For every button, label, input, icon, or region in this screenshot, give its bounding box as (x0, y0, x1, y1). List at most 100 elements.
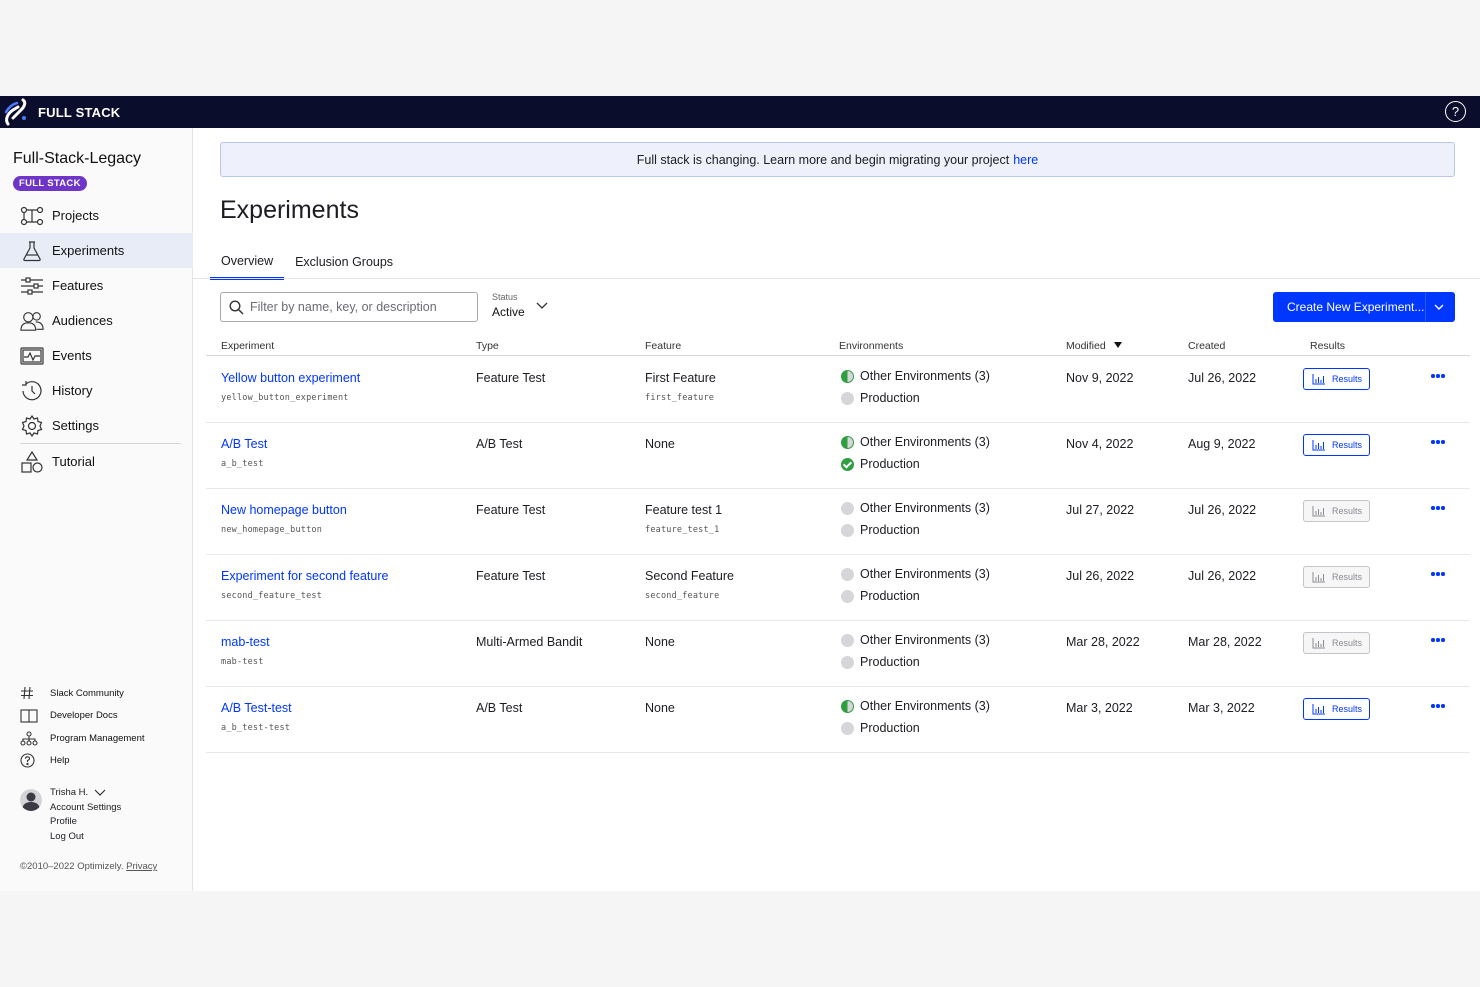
sidebar-item-label: Projects (52, 208, 99, 223)
more-options-icon[interactable] (1430, 699, 1446, 713)
results-label: Results (1332, 506, 1363, 516)
modified-cell: Jul 26, 2022 (1066, 569, 1135, 583)
sidebar-item-events[interactable]: Events (0, 338, 193, 373)
feature-cell: Feature test 1 feature_test_1 (645, 503, 722, 535)
experiment-name-link[interactable]: mab-test (221, 635, 270, 649)
column-header-feature[interactable]: Feature (645, 340, 681, 352)
column-header-experiment[interactable]: Experiment (221, 340, 274, 352)
experiment-name-link[interactable]: A/B Test (221, 437, 267, 451)
experiment-cell: Experiment for second feature second_feat… (221, 569, 388, 601)
environment-production[interactable]: Production (841, 387, 990, 409)
environment-other[interactable]: Other Environments (3) (841, 563, 990, 585)
experiment-name-link[interactable]: Experiment for second feature (221, 569, 388, 583)
feature-cell: None (645, 701, 675, 723)
help-icon[interactable]: ? (1445, 101, 1466, 122)
environments-cell: Other Environments (3) Production (841, 501, 990, 541)
environment-label: Other Environments (3) (860, 435, 990, 449)
environment-other[interactable]: Other Environments (3) (841, 365, 990, 387)
more-options-icon[interactable] (1430, 567, 1446, 581)
table-row: New homepage button new_homepage_button Fe… (206, 489, 1470, 555)
project-title: Full-Stack-Legacy (13, 150, 142, 167)
bar-chart-icon (1312, 439, 1325, 450)
feature-name: First Feature (645, 371, 716, 385)
environment-other[interactable]: Other Environments (3) (841, 497, 990, 519)
slack-community-link[interactable]: Slack Community (20, 682, 145, 705)
more-options-icon[interactable] (1430, 501, 1446, 515)
experiment-name-link[interactable]: Yellow button experiment (221, 371, 360, 385)
created-cell: Jul 26, 2022 (1188, 503, 1257, 517)
results-button[interactable]: Results (1303, 698, 1370, 720)
status-label: Status (492, 292, 518, 302)
column-header-type[interactable]: Type (476, 340, 499, 352)
profile-link[interactable]: Profile (50, 815, 170, 830)
sidebar-item-projects[interactable]: Projects (0, 198, 193, 233)
more-options-icon[interactable] (1430, 633, 1446, 647)
sidebar-item-label: Features (52, 278, 104, 293)
environment-label: Other Environments (3) (860, 633, 990, 647)
column-header-environments[interactable]: Environments (839, 340, 903, 352)
tab-overview[interactable]: Overview (210, 244, 285, 280)
privacy-link[interactable]: Privacy (126, 861, 157, 872)
type-cell: A/B Test (476, 701, 523, 715)
table-row: Experiment for second feature second_feat… (206, 555, 1470, 621)
environment-production[interactable]: Production (841, 585, 990, 607)
modified-cell: Jul 27, 2022 (1066, 503, 1135, 517)
filter-input[interactable] (250, 300, 470, 314)
column-header-created[interactable]: Created (1188, 340, 1225, 352)
modified-cell: Nov 4, 2022 (1066, 437, 1134, 451)
environment-other[interactable]: Other Environments (3) (841, 629, 990, 651)
optimizely-logo-icon[interactable] (0, 96, 34, 128)
status-dropdown[interactable]: Status Active (492, 292, 554, 324)
filter-field (220, 292, 478, 322)
environment-label: Production (860, 391, 920, 405)
tab-exclusion-groups[interactable]: Exclusion Groups (284, 244, 404, 280)
sidebar-item-audiences[interactable]: Audiences (0, 303, 193, 338)
program-management-link[interactable]: Program Management (20, 727, 145, 750)
experiment-name-link[interactable]: A/B Test-test (221, 701, 292, 715)
environments-cell: Other Environments (3) Production (841, 435, 990, 475)
user-menu-list: Trisha H. Account Settings Profile Log O… (50, 785, 170, 844)
sidebar-item-history[interactable]: History (0, 373, 193, 408)
environment-production[interactable]: Production (841, 651, 990, 673)
help-link[interactable]: Help (20, 750, 145, 773)
more-options-icon[interactable] (1430, 369, 1446, 383)
environment-other[interactable]: Other Environments (3) (841, 695, 990, 717)
experiment-name-link[interactable]: New homepage button (221, 503, 347, 517)
banner-link[interactable]: here (1013, 153, 1038, 167)
environment-production[interactable]: Production (841, 519, 990, 541)
user-name-toggle[interactable]: Trisha H. (50, 785, 170, 800)
table-row: A/B Test-test a_b_test-test A/B Test None Ot… (206, 687, 1470, 753)
column-header-label: Modified (1066, 340, 1106, 352)
account-settings-link[interactable]: Account Settings (50, 800, 170, 815)
sidebar-item-features[interactable]: Features (0, 268, 193, 303)
developer-docs-link[interactable]: Developer Docs (20, 705, 145, 728)
results-button[interactable]: Results (1303, 368, 1370, 390)
sidebar-item-experiments[interactable]: Experiments (0, 233, 193, 268)
results-button[interactable]: Results (1303, 566, 1370, 588)
results-button[interactable]: Results (1303, 632, 1370, 654)
environment-other[interactable]: Other Environments (3) (841, 431, 990, 453)
results-button[interactable]: Results (1303, 434, 1370, 456)
tabs-divider (193, 278, 1480, 279)
chevron-down-icon[interactable] (1433, 301, 1445, 313)
more-options-icon[interactable] (1430, 435, 1446, 449)
results-label: Results (1332, 704, 1363, 714)
results-button[interactable]: Results (1303, 500, 1370, 522)
experiment-key: yellow_button_experiment (221, 393, 349, 403)
feature-cell: Second Feature second_feature (645, 569, 734, 601)
log-out-link[interactable]: Log Out (50, 829, 170, 844)
environment-production[interactable]: Production (841, 453, 990, 475)
footer-link-label: Slack Community (50, 687, 124, 699)
type-cell: A/B Test (476, 437, 523, 451)
environment-label: Production (860, 457, 920, 471)
created-cell: Mar 3, 2022 (1188, 701, 1255, 715)
sidebar-item-tutorial[interactable]: Tutorial (0, 444, 193, 479)
environment-production[interactable]: Production (841, 717, 990, 739)
column-header-modified[interactable]: Modified (1066, 340, 1123, 352)
history-icon (20, 380, 44, 402)
sidebar-nav: Projects Experiments Features Audiences (0, 198, 193, 479)
create-new-experiment-button[interactable]: Create New Experiment... (1273, 292, 1455, 322)
environment-status-icon (841, 523, 854, 537)
sidebar-item-settings[interactable]: Settings (0, 408, 193, 443)
avatar[interactable] (20, 789, 42, 811)
